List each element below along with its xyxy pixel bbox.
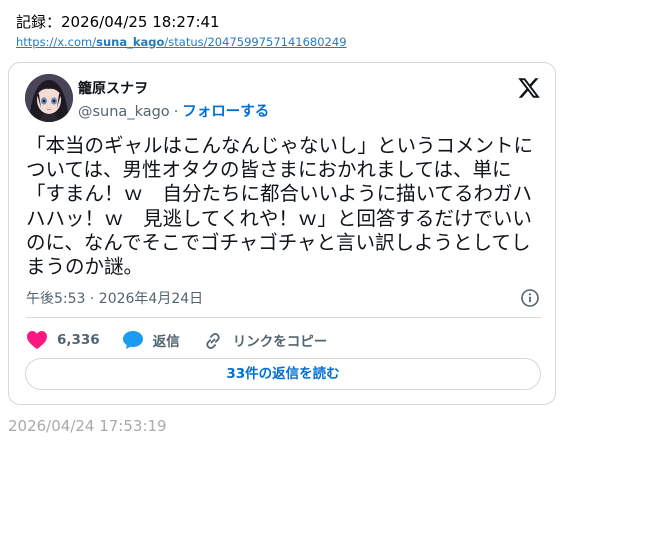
record-timestamp: 記録：2026/04/25 18:27:41 bbox=[16, 13, 220, 31]
display-name[interactable]: 籠原スナヲ bbox=[78, 78, 148, 98]
copy-link-button[interactable]: リンクをコピー bbox=[202, 330, 328, 350]
reply-label: 返信 bbox=[152, 334, 180, 350]
divider bbox=[26, 317, 541, 318]
saved-timestamp: 2026/04/24 17:53:19 bbox=[8, 417, 167, 435]
source-url-user: suna_kago bbox=[96, 35, 165, 49]
source-url-link[interactable]: https://x.com/suna_kago/status/204759975… bbox=[16, 35, 347, 49]
reply-button[interactable]: 返信 bbox=[122, 330, 180, 350]
tweet-card: 籠原スナヲ @suna_kago · フォローする 「本当のギャルはこんなんじゃない… bbox=[8, 62, 556, 405]
tweet-text: 「本当のギャルはこんなんじゃないし」というコメントについては、男性オタクの皆さま… bbox=[26, 134, 534, 279]
heart-icon bbox=[27, 331, 47, 349]
source-url-suffix: /status/2047599757141680249 bbox=[164, 35, 347, 49]
link-icon bbox=[206, 333, 220, 349]
like-button[interactable]: 6,336 bbox=[26, 330, 100, 350]
source-url-prefix: https://x.com/ bbox=[16, 35, 97, 49]
follow-button[interactable]: フォローする bbox=[182, 104, 269, 120]
separator-dot: · bbox=[173, 104, 179, 120]
info-icon[interactable] bbox=[520, 288, 540, 308]
handle-row: @suna_kago · フォローする bbox=[78, 100, 269, 121]
like-count: 6,336 bbox=[57, 332, 100, 348]
tweet-timestamp[interactable]: 午後5:53 · 2026年4月24日 bbox=[26, 288, 203, 308]
copy-link-label: リンクをコピー bbox=[232, 334, 328, 350]
speech-bubble-icon bbox=[122, 331, 143, 349]
x-logo-icon[interactable] bbox=[517, 76, 541, 100]
avatar[interactable] bbox=[25, 74, 73, 122]
read-replies-button[interactable]: 33件の返信を読む bbox=[25, 358, 541, 390]
user-handle[interactable]: @suna_kago bbox=[78, 104, 170, 120]
action-bar: 6,336 返信 リンクをコピー bbox=[26, 328, 349, 352]
